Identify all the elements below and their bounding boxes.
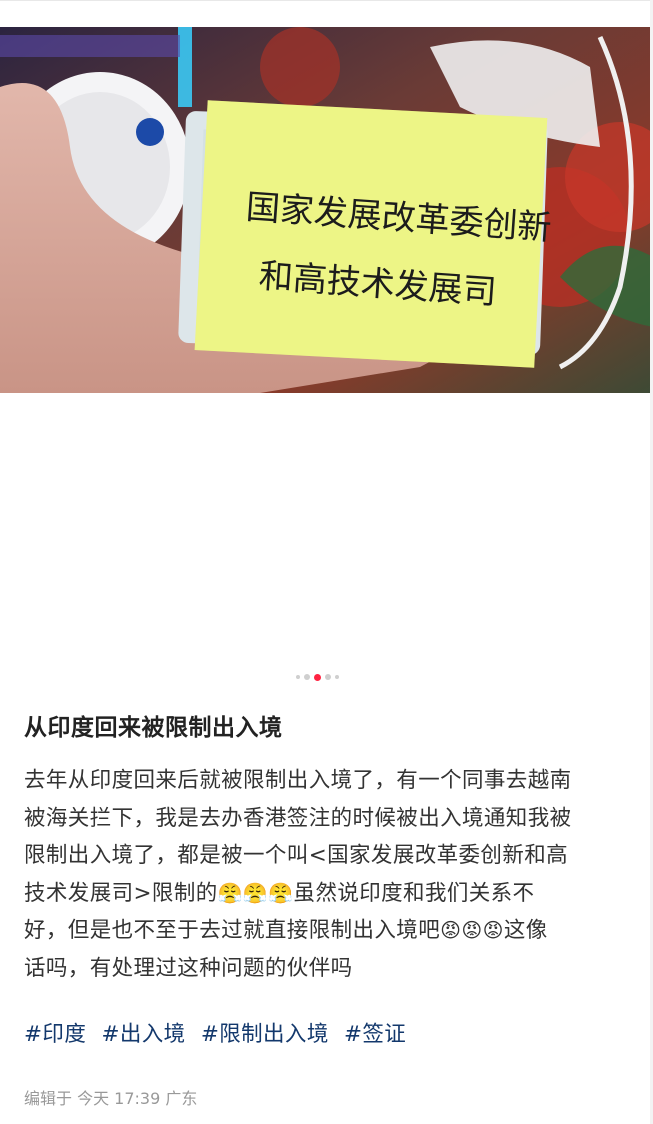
post-body: 去年从印度回来后就被限制出入境了，有一个同事去越南 被海关拦下，我是去办香港签注… xyxy=(24,762,629,987)
body-line: 被海关拦下，我是去办香港签注的时候被出入境通知我被 xyxy=(24,805,572,831)
carousel-dot[interactable] xyxy=(296,675,300,679)
body-line: 虽然说印度和我们关系不 xyxy=(293,880,535,906)
carousel-indicator[interactable] xyxy=(296,672,339,682)
carousel-dot[interactable] xyxy=(335,675,339,679)
post-meta: 编辑于 今天 17:39 广东 xyxy=(24,1089,198,1108)
image-padding xyxy=(0,393,653,670)
top-bar xyxy=(0,0,653,27)
hashtag-travel-restriction[interactable]: #限制出入境 xyxy=(201,1022,329,1047)
post-photo-illustration: 国家发展改革委创新 和高技术发展司 xyxy=(0,27,653,393)
carousel-dot[interactable] xyxy=(325,674,331,680)
body-line: 技术发展司>限制的 xyxy=(24,880,218,906)
hashtag-visa[interactable]: #签证 xyxy=(344,1022,406,1047)
hashtag-border-control[interactable]: #出入境 xyxy=(101,1022,185,1047)
body-line: 限制出入境了，都是被一个叫<国家发展改革委创新和高 xyxy=(24,843,569,868)
body-line: 去年从印度回来后就被限制出入境了，有一个同事去越南 xyxy=(24,768,572,793)
post-image[interactable]: 国家发展改革委创新 和高技术发展司 xyxy=(0,27,653,393)
hashtag-list: #印度 #出入境 #限制出入境 #签证 xyxy=(24,1017,414,1048)
hashtag-india[interactable]: #印度 xyxy=(24,1022,86,1047)
body-line: 好，但是也不至于去过就直接限制出入境吧 xyxy=(24,918,441,943)
devil-face-emoji-group: 😡😡😡 xyxy=(440,918,504,942)
body-line: 这像 xyxy=(503,918,548,943)
angry-face-emoji-group: 😤😤😤 xyxy=(217,880,294,905)
body-line: 话吗，有处理过这种问题的伙伴吗 xyxy=(24,955,353,981)
divider xyxy=(0,0,653,1)
carousel-dot-active[interactable] xyxy=(314,673,321,681)
carousel-dot[interactable] xyxy=(304,674,310,680)
post-title: 从印度回来被限制出入境 xyxy=(24,715,283,741)
